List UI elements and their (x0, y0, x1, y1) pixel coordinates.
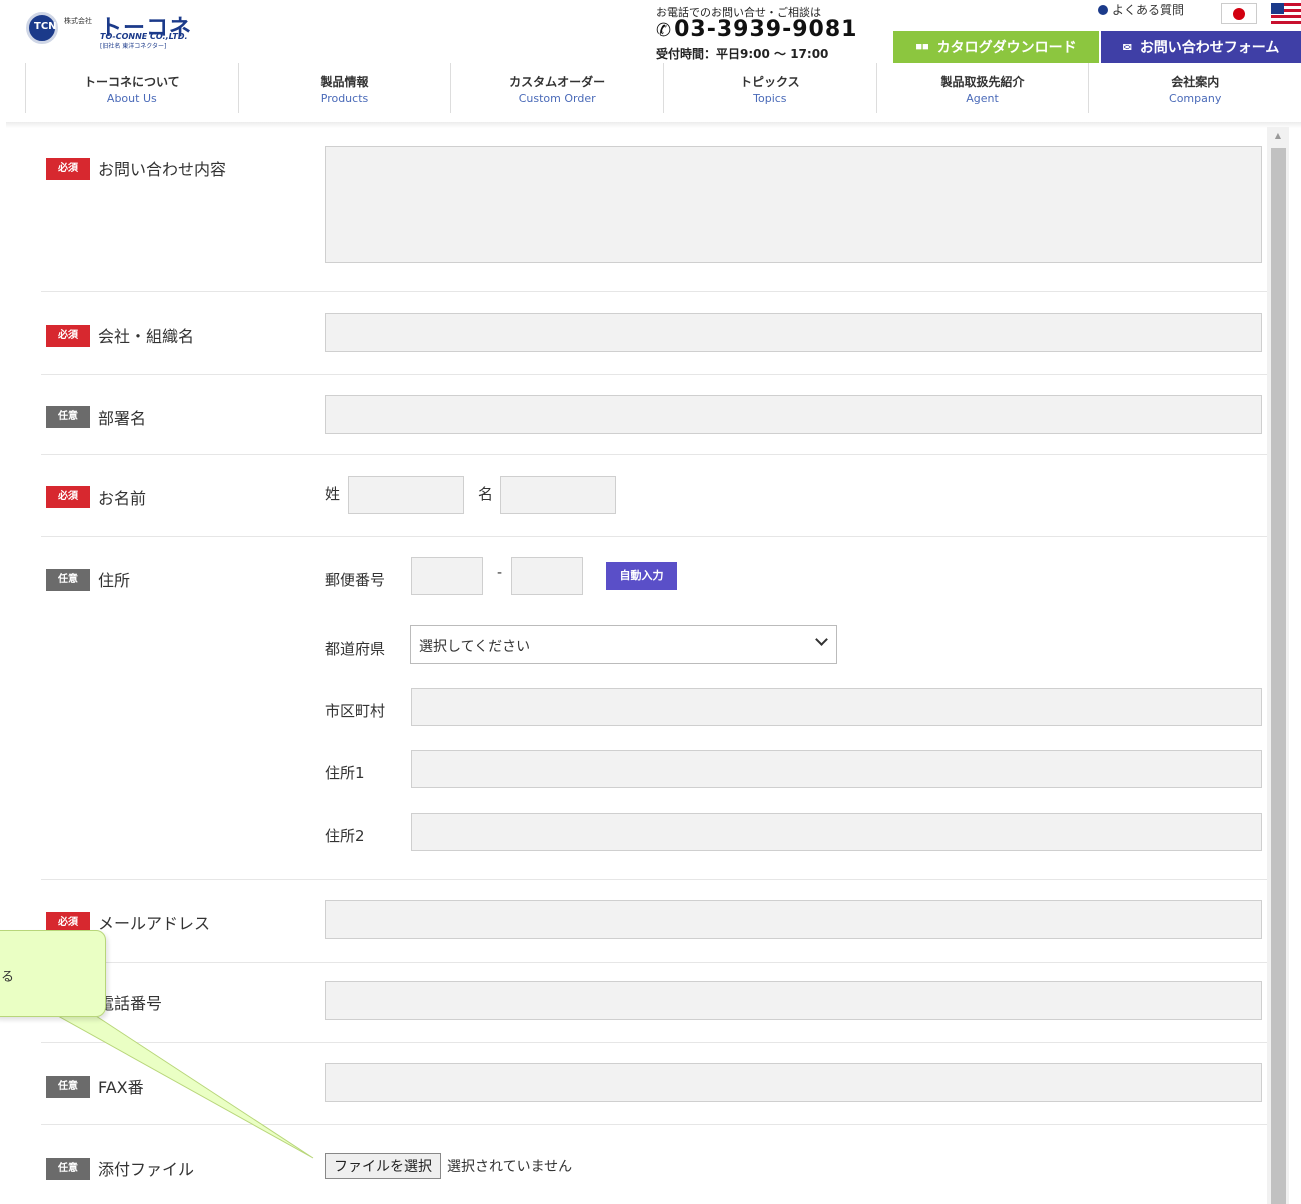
nav-item-company[interactable]: 会社案内 Company (1088, 63, 1301, 113)
row-divider (41, 536, 1267, 537)
scrollbar-thumb[interactable] (1271, 148, 1286, 1204)
contact-form-button[interactable]: ✉ お問い合わせフォーム (1101, 31, 1301, 63)
required-badge: 必須 (46, 486, 90, 508)
company-input[interactable] (325, 313, 1262, 352)
row-divider (41, 291, 1267, 292)
page-root: TCN 株式会社 トーコネ TO-CONNE CO.,LTD. [旧社名 東洋コ… (0, 0, 1301, 1204)
annotation-callout: る (0, 930, 106, 1017)
phone-input[interactable] (325, 981, 1262, 1020)
address2-input[interactable] (411, 813, 1262, 851)
catalog-download-button[interactable]: ■■ カタログダウンロード (893, 31, 1099, 63)
file-status-text: 選択されていません (447, 1159, 573, 1175)
row-divider (41, 1042, 1267, 1043)
name-label: お名前 (98, 489, 147, 508)
optional-badge: 任意 (46, 1158, 90, 1180)
logo-company-prefix: 株式会社 (64, 17, 92, 25)
nav-item-label-en: Topics (753, 92, 787, 105)
logo-mark: TCN (26, 12, 58, 44)
nav-item-label-jp: トーコネについて (84, 75, 180, 89)
optional-badge: 任意 (46, 406, 90, 428)
required-badge: 必須 (46, 158, 90, 180)
logo-name-en: TO-CONNE CO.,LTD. (100, 32, 188, 41)
faq-label: よくある質問 (1112, 3, 1185, 17)
main-nav: トーコネについて About Us 製品情報 Products カスタムオーダー Cu… (25, 63, 1301, 113)
nav-item-label-jp: 製品取扱先紹介 (940, 75, 1025, 89)
nav-item-label-en: Agent (966, 92, 999, 105)
nav-item-label-en: Custom Order (518, 92, 596, 105)
fax-input[interactable] (325, 1063, 1262, 1102)
choose-file-button[interactable]: ファイルを選択 (325, 1153, 441, 1179)
postal-dash: - (497, 565, 503, 581)
mail-icon: ✉ (1122, 41, 1132, 54)
email-label: メールアドレス (98, 914, 211, 933)
nav-item-label-jp: カスタムオーダー (509, 75, 606, 89)
row-divider (41, 962, 1267, 963)
chevron-down-icon (815, 633, 828, 646)
address2-label: 住所2 (325, 827, 365, 845)
postal-label: 郵便番号 (325, 571, 386, 589)
nav-item-agent[interactable]: 製品取扱先紹介 Agent (875, 63, 1089, 113)
inquiry-label: お問い合わせ内容 (98, 160, 227, 179)
optional-badge: 任意 (46, 1076, 90, 1098)
row-divider (41, 374, 1267, 375)
japan-flag-icon[interactable] (1221, 3, 1257, 24)
first-name-input[interactable] (500, 476, 616, 514)
address1-input[interactable] (411, 750, 1262, 788)
row-divider (41, 879, 1267, 880)
address-label: 住所 (98, 571, 131, 590)
prefecture-label: 都道府県 (325, 640, 386, 658)
prefecture-select-value: 選択してください (419, 639, 531, 655)
phone-number-text: 03-3939-9081 (674, 17, 858, 42)
city-input[interactable] (411, 688, 1262, 726)
nav-item-products[interactable]: 製品情報 Products (237, 63, 451, 113)
nav-item-label-en: Company (1169, 92, 1222, 105)
us-flag-icon[interactable] (1271, 3, 1301, 24)
optional-badge: 任意 (46, 569, 90, 591)
last-name-label: 姓 (325, 485, 341, 503)
nav-item-custom-order[interactable]: カスタムオーダー Custom Order (450, 63, 663, 113)
book-icon: ■■ (915, 41, 929, 53)
attachment-label: 添付ファイル (98, 1160, 195, 1179)
row-divider (41, 454, 1267, 455)
phone-number[interactable]: ✆03-3939-9081 (656, 17, 857, 42)
header-divider (6, 122, 1301, 128)
first-name-label: 名 (478, 485, 494, 503)
company-logo[interactable]: TCN 株式会社 トーコネ TO-CONNE CO.,LTD. [旧社名 東洋コ… (26, 10, 196, 50)
logo-mark-text: TCN (34, 21, 57, 32)
phone-hours: 受付時間：平日9:00 ～ 17:00 (656, 47, 829, 61)
nav-item-topics[interactable]: トピックス Topics (663, 63, 876, 113)
callout-text: る (1, 970, 15, 985)
prefecture-select[interactable]: 選択してください (410, 625, 837, 664)
faq-icon (1098, 5, 1108, 15)
contact-form-label: お問い合わせフォーム (1139, 39, 1280, 55)
catalog-download-label: カタログダウンロード (936, 39, 1077, 55)
postal-code-second-input[interactable] (511, 557, 583, 595)
address1-label: 住所1 (325, 764, 365, 782)
department-label: 部署名 (98, 409, 147, 428)
scroll-up-arrow-icon[interactable]: ▲ (1267, 127, 1289, 145)
fax-label: FAX番 (98, 1078, 144, 1097)
nav-item-label-en: About Us (106, 92, 157, 105)
nav-item-label-jp: 製品情報 (320, 75, 369, 89)
nav-item-label-jp: 会社案内 (1171, 75, 1220, 89)
logo-former-name: [旧社名 東洋コネクター] (100, 43, 167, 50)
email-input[interactable] (325, 900, 1262, 939)
last-name-input[interactable] (348, 476, 464, 514)
required-badge: 必須 (46, 325, 90, 347)
faq-link[interactable]: よくある質問 (1098, 1, 1184, 18)
phone-icon: ✆ (656, 20, 673, 41)
inquiry-textarea[interactable] (325, 146, 1262, 263)
company-label: 会社・組織名 (98, 327, 195, 346)
nav-item-about[interactable]: トーコネについて About Us (25, 63, 238, 113)
phone-label: 電話番号 (98, 994, 163, 1013)
nav-item-label-jp: トピックス (740, 75, 800, 89)
department-input[interactable] (325, 395, 1262, 434)
postal-code-first-input[interactable] (411, 557, 483, 595)
auto-fill-button[interactable]: 自動入力 (606, 562, 677, 590)
nav-item-label-en: Products (320, 92, 369, 105)
city-label: 市区町村 (325, 702, 386, 720)
row-divider (41, 1124, 1267, 1125)
